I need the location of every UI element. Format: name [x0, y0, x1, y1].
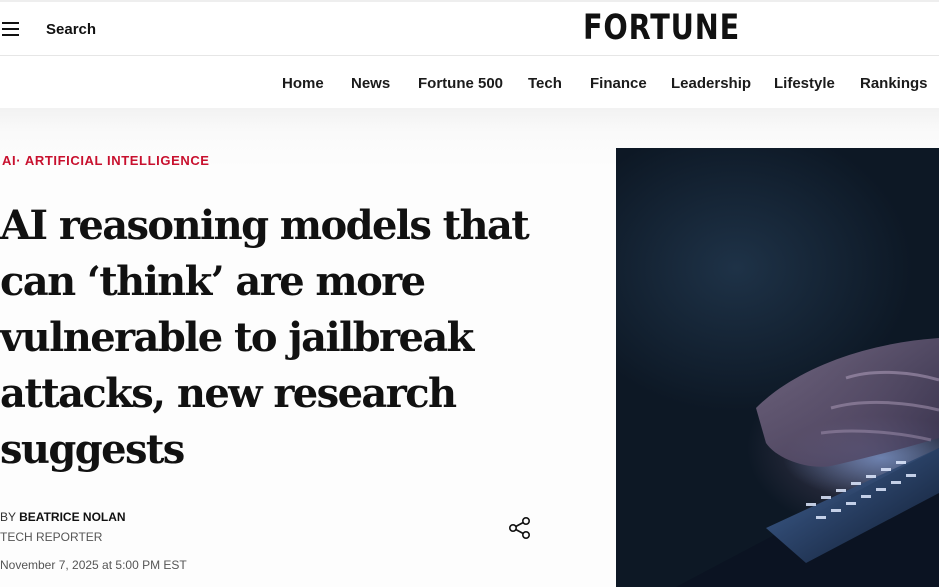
nav-item-news[interactable]: News	[351, 75, 390, 92]
headline-line: can ‘think’ are more	[0, 258, 426, 305]
main-nav: Home News Fortune 500 Tech Finance Leade…	[0, 56, 939, 108]
hamburger-menu-icon[interactable]	[0, 20, 22, 38]
category-link[interactable]: AI· ARTIFICIAL INTELLIGENCE	[2, 153, 210, 168]
headline-line: suggests	[0, 426, 185, 473]
fortune-logo[interactable]: FORTUNE	[583, 8, 740, 48]
headline-line: AI reasoning models that	[0, 202, 530, 249]
nav-item-fortune-500[interactable]: Fortune 500	[418, 75, 503, 92]
article-headline: AI reasoning models that can ‘think’ are…	[0, 198, 600, 478]
author-role: TECH REPORTER	[0, 530, 103, 544]
nav-item-leadership[interactable]: Leadership	[671, 75, 751, 92]
publish-date: November 7, 2025 at 5:00 PM EST	[0, 558, 187, 572]
nav-item-lifestyle[interactable]: Lifestyle	[774, 75, 835, 92]
search-button[interactable]: Search	[46, 21, 96, 38]
hero-image	[616, 148, 939, 587]
nav-item-finance[interactable]: Finance	[590, 75, 647, 92]
headline-line: attacks, new research	[0, 370, 457, 417]
headline-line: vulnerable to jailbreak	[0, 314, 474, 361]
share-icon[interactable]	[508, 516, 532, 540]
top-bar: Search FORTUNE	[0, 0, 939, 56]
author-link[interactable]: BEATRICE NOLAN	[19, 510, 125, 524]
nav-item-home[interactable]: Home	[282, 75, 324, 92]
nav-item-tech[interactable]: Tech	[528, 75, 562, 92]
byline-prefix: BY	[0, 510, 20, 524]
article-header: AI· ARTIFICIAL INTELLIGENCE AI reasoning…	[0, 108, 939, 587]
byline: BY BEATRICE NOLAN	[0, 510, 126, 524]
nav-item-rankings[interactable]: Rankings	[860, 75, 928, 92]
